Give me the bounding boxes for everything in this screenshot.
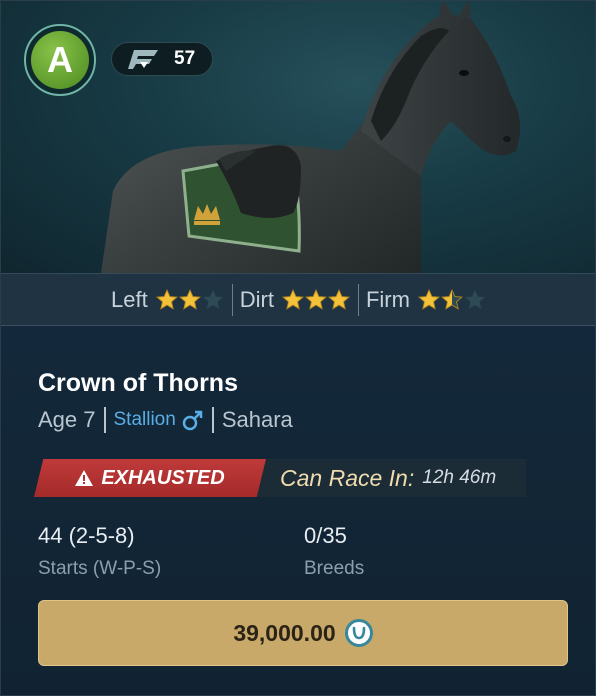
starts-label: Starts (W-P-S) <box>38 558 162 579</box>
surface-left: Left <box>104 287 232 313</box>
surface-dirt: Dirt <box>233 287 358 313</box>
star-filled-icon <box>155 288 179 311</box>
divider <box>103 407 106 433</box>
horse-gender: Stallion <box>114 409 204 431</box>
star-half-icon <box>440 288 464 311</box>
star-empty-icon <box>202 289 225 311</box>
surface-firm: Firm <box>359 287 494 313</box>
buy-price-button[interactable]: 39,000.00 <box>38 600 568 666</box>
star-filled-icon <box>281 288 305 311</box>
horse-age: Age 7 <box>38 407 96 432</box>
star-rating <box>417 288 487 311</box>
horse-meta: Age 7 Stallion Sahara <box>38 405 293 435</box>
star-rating <box>281 288 351 311</box>
horse-name: Crown of Thorns <box>38 369 238 397</box>
star-empty-icon <box>464 289 487 311</box>
star-filled-icon <box>178 288 202 311</box>
grade-letter: A <box>31 31 89 89</box>
horse-breed: Sahara <box>221 407 293 432</box>
rating-value: 57 <box>174 48 196 69</box>
star-filled-icon <box>417 288 441 311</box>
starts-value: 44 (2-5-8) <box>38 523 135 548</box>
breeds-value: 0/35 <box>304 523 347 548</box>
breeds-stat: 0/35 Breeds <box>304 523 364 580</box>
rating-icon <box>126 48 160 70</box>
breeds-label: Breeds <box>304 558 365 579</box>
star-filled-icon <box>327 288 351 311</box>
starts-stat: 44 (2-5-8) Starts (W-P-S) <box>38 523 161 580</box>
exhausted-badge: EXHAUSTED <box>34 459 266 497</box>
male-icon <box>182 409 204 431</box>
exhausted-label: EXHAUSTED <box>101 466 225 489</box>
surface-preferences: Left Dirt Firm <box>1 273 595 326</box>
surface-label: Dirt <box>239 286 274 312</box>
can-race-timer: 12h 46m <box>422 467 497 488</box>
horse-card[interactable]: A 57 Left Dirt Firm Crown of Thorns Age … <box>0 0 596 696</box>
horse-image: A 57 <box>1 1 595 273</box>
grade-badge: A <box>24 24 96 96</box>
gender-label: Stallion <box>113 409 176 430</box>
coin-icon <box>344 619 373 647</box>
can-race-panel: Can Race In: 12h 46m <box>244 459 526 497</box>
surface-label: Left <box>111 286 148 312</box>
can-race-label: Can Race In: <box>280 464 415 491</box>
star-filled-icon <box>304 288 328 311</box>
warning-icon <box>75 470 94 486</box>
divider <box>211 407 214 433</box>
surface-label: Firm <box>365 286 410 312</box>
star-rating <box>155 288 225 311</box>
status-row: Can Race In: 12h 46m EXHAUSTED <box>34 459 526 497</box>
rating-badge: 57 <box>111 42 213 76</box>
price-amount: 39,000.00 <box>233 619 336 646</box>
